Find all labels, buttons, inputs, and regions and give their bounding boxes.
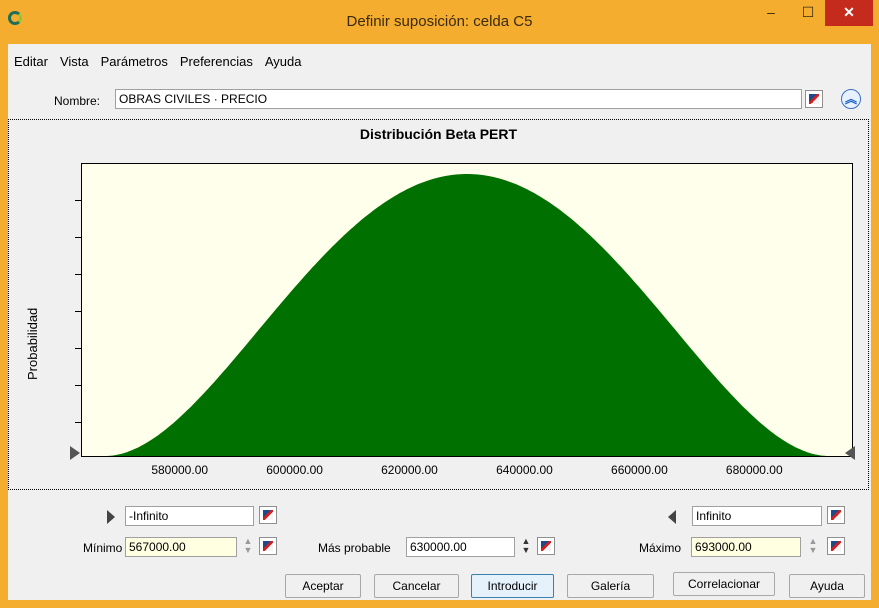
cell-reference-icon — [831, 510, 841, 520]
window-frame-left — [0, 44, 8, 608]
x-tick-label: 580000.00 — [151, 463, 209, 477]
max-label: Máximo — [639, 541, 682, 555]
gallery-button[interactable]: Galería — [567, 574, 654, 598]
window-frame-right — [871, 44, 879, 608]
mode-ref-button[interactable] — [537, 537, 555, 555]
max-ref-button[interactable] — [827, 537, 845, 555]
min-ref-button[interactable] — [259, 537, 277, 555]
name-label: Nombre: — [54, 94, 101, 108]
title-bar: Definir suposición: celda C5 – ☐ ✕ — [0, 0, 879, 44]
cell-reference-icon — [831, 541, 841, 551]
upper-bound-field[interactable]: Infinito — [692, 506, 822, 526]
x-tick-label: 620000.00 — [381, 463, 438, 477]
cell-reference-icon — [541, 541, 551, 551]
menu-bar: Editar Vista Parámetros Preferencias Ayu… — [8, 52, 307, 72]
max-spinner[interactable]: ▲ ▼ — [807, 537, 819, 557]
cell-reference-button[interactable] — [805, 90, 823, 108]
close-button[interactable]: ✕ — [825, 0, 873, 26]
min-spinner[interactable]: ▲ ▼ — [242, 537, 254, 557]
max-field[interactable]: 693000.00 — [691, 537, 801, 557]
cell-reference-icon — [809, 94, 819, 104]
cell-reference-icon — [263, 510, 273, 520]
lower-bound-grabber[interactable] — [70, 446, 80, 460]
accept-button[interactable]: Aceptar — [285, 574, 361, 598]
menu-parametros[interactable]: Parámetros — [95, 52, 174, 72]
cell-reference-icon — [263, 541, 273, 551]
menu-preferencias[interactable]: Preferencias — [174, 52, 259, 72]
chart-title: Distribución Beta PERT — [359, 126, 518, 142]
lower-bound-field[interactable]: -Infinito — [125, 506, 254, 526]
minimize-button[interactable]: – — [757, 0, 785, 26]
window-frame-bottom — [0, 600, 879, 608]
chart-panel: Distribución Beta PERT Probabilidad 5800… — [8, 119, 869, 490]
y-axis-label: Probabilidad — [25, 307, 40, 380]
name-field[interactable]: OBRAS CIVILES · PRECIO — [115, 89, 802, 109]
menu-editar[interactable]: Editar — [8, 52, 54, 72]
x-tick-label: 640000.00 — [496, 463, 553, 477]
mode-label: Más probable — [318, 541, 391, 555]
upper-bound-arrow-icon — [668, 510, 676, 524]
lower-bound-arrow-icon — [107, 510, 115, 524]
correlate-button[interactable]: Correlacionar — [673, 572, 775, 596]
mode-field[interactable]: 630000.00 — [406, 537, 515, 557]
mode-spinner[interactable]: ▲ ▼ — [520, 537, 532, 557]
window-title: Definir suposición: celda C5 — [346, 13, 533, 30]
x-tick-label: 660000.00 — [611, 463, 668, 477]
min-field[interactable]: 567000.00 — [125, 537, 237, 557]
enter-button[interactable]: Introducir — [471, 574, 554, 598]
upper-bound-grabber[interactable] — [845, 446, 855, 460]
dialog-client: Editar Vista Parámetros Preferencias Ayu… — [8, 44, 871, 600]
lower-bound-ref-button[interactable] — [259, 506, 277, 524]
min-label: Mínimo — [83, 541, 123, 555]
maximize-button[interactable]: ☐ — [791, 0, 825, 26]
plot-area — [81, 163, 853, 457]
help-button[interactable]: Ayuda — [789, 574, 865, 598]
collapse-chevron-icon[interactable]: ︽ — [841, 89, 861, 109]
density-chart — [105, 174, 829, 456]
upper-bound-ref-button[interactable] — [827, 506, 845, 524]
cancel-button[interactable]: Cancelar — [374, 574, 459, 598]
density-area — [105, 174, 829, 456]
x-tick-label: 680000.00 — [725, 463, 783, 477]
menu-ayuda[interactable]: Ayuda — [259, 52, 308, 72]
menu-vista[interactable]: Vista — [54, 52, 95, 72]
x-tick-label: 600000.00 — [266, 463, 323, 477]
